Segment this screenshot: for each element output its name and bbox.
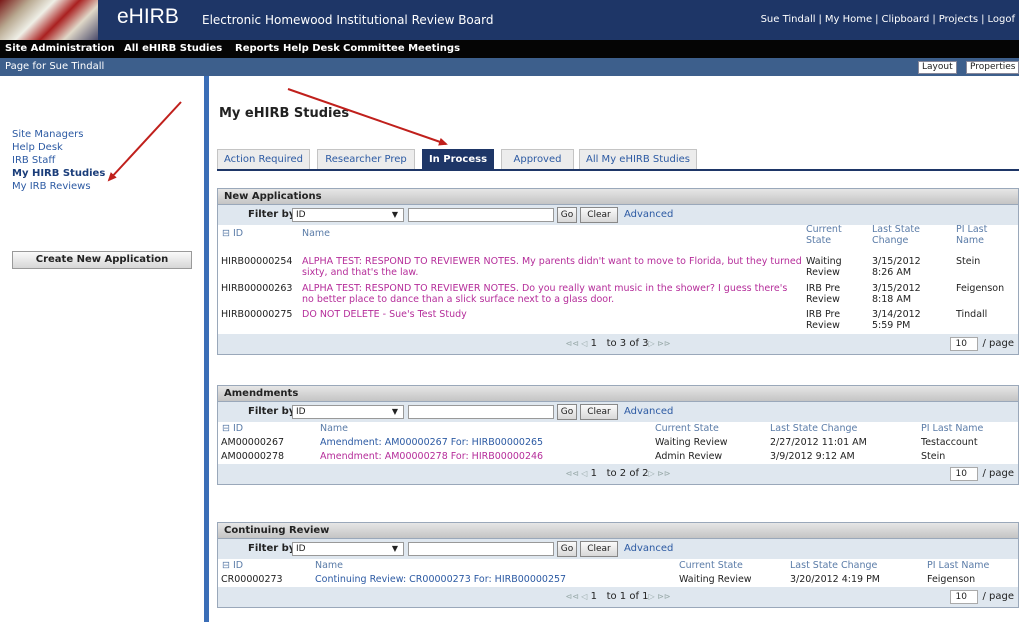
annotation-arrows [107, 88, 448, 182]
arrow-to-in-process-tab [287, 88, 448, 146]
arrow-to-my-hirb-studies [107, 101, 182, 182]
